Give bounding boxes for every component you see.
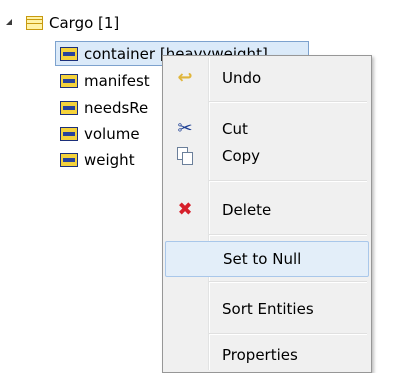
menu-item-undo[interactable]: ↩ Undo <box>165 60 369 96</box>
attribute-icon <box>60 126 78 141</box>
menu-separator <box>209 180 367 182</box>
tree-node-label: manifest <box>84 71 150 90</box>
menu-separator <box>209 281 367 283</box>
scissors-icon: ✂ <box>177 118 193 139</box>
menu-item-properties[interactable]: Properties <box>165 337 369 373</box>
collapse-triangle-icon[interactable] <box>6 19 12 25</box>
menu-item-label: Copy <box>222 147 261 165</box>
attribute-icon <box>60 73 78 88</box>
menu-item-set-to-null[interactable]: Set to Null <box>165 241 369 277</box>
menu-separator <box>209 234 367 236</box>
copy-icon <box>165 147 205 165</box>
delete-icon: ✖ <box>177 199 193 220</box>
attribute-icon <box>60 152 78 167</box>
menu-item-label: Sort Entities <box>222 300 314 318</box>
menu-item-label: Properties <box>222 346 298 364</box>
menu-item-label: Cut <box>222 120 248 138</box>
entity-icon <box>26 15 43 30</box>
tree-node-label: needsRe <box>84 98 149 117</box>
menu-item-label: Undo <box>222 69 262 87</box>
tree-node-label: volume <box>84 124 140 143</box>
undo-icon: ↩ <box>177 67 193 88</box>
tree-node-needsre[interactable]: needsRe <box>60 96 148 119</box>
tree-node-manifest[interactable]: manifest <box>60 69 150 92</box>
tree-node-label: Cargo [1] <box>49 13 120 32</box>
menu-separator <box>209 101 367 103</box>
tree-node-label: weight <box>84 150 135 169</box>
menu-item-copy[interactable]: Copy <box>165 138 369 174</box>
menu-item-delete[interactable]: ✖ Delete <box>165 192 369 228</box>
context-menu: ↩ Undo ✂ Cut Copy ✖ Delete Set to Null S… <box>162 55 372 373</box>
attribute-icon <box>60 100 78 115</box>
menu-separator <box>209 333 367 335</box>
menu-item-label: Set to Null <box>223 250 302 268</box>
menu-item-label: Delete <box>222 201 272 219</box>
menu-item-sort-entities[interactable]: Sort Entities <box>165 291 369 327</box>
tree-node-cargo[interactable]: Cargo [1] <box>26 11 119 34</box>
tree-node-weight[interactable]: weight <box>60 148 135 171</box>
tree-node-volume[interactable]: volume <box>60 122 140 145</box>
attribute-icon <box>60 46 78 61</box>
